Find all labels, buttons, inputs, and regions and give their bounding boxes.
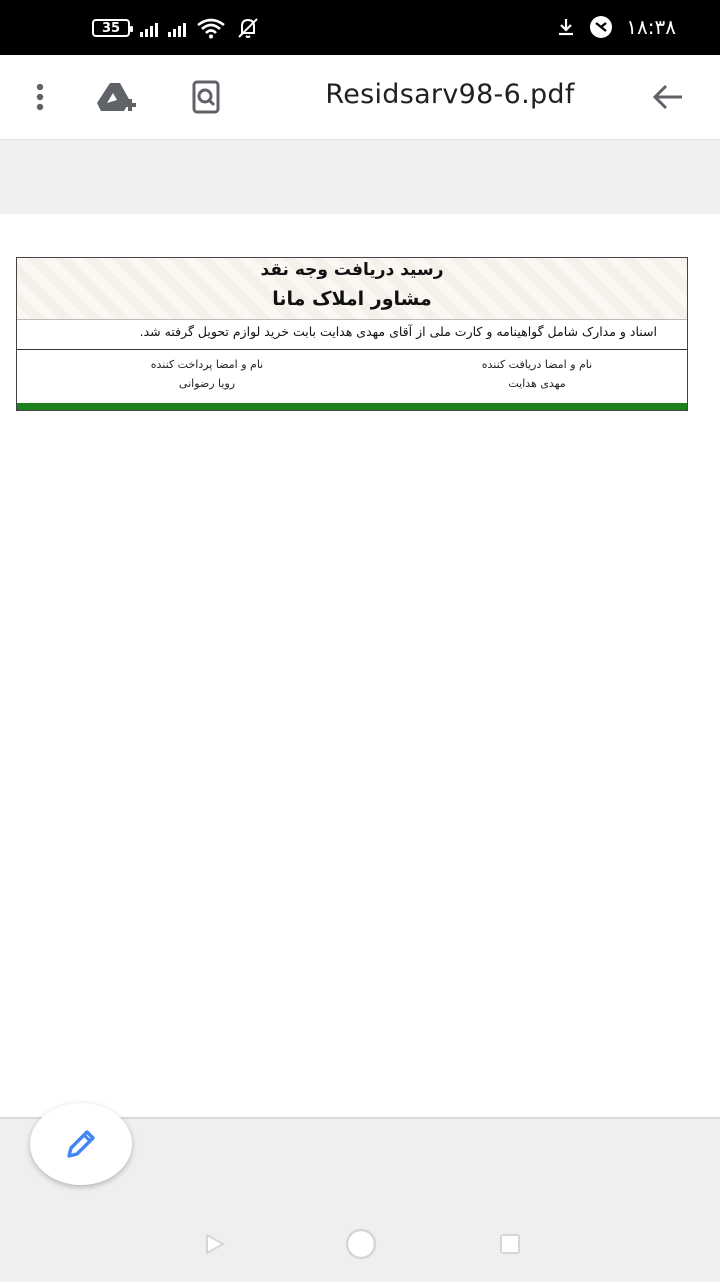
- recents-icon[interactable]: [498, 1232, 522, 1256]
- receipt-header: رسید دریافت وجه نقد مشاور املاک مانا: [17, 258, 687, 320]
- receipt-body-text: اسناد و مدارک شامل گواهینامه و کارت ملی …: [139, 324, 657, 339]
- wifi-icon: [197, 18, 225, 39]
- battery-level: 35: [101, 20, 121, 36]
- drive-add-icon[interactable]: [96, 75, 140, 119]
- notifications-off-icon: [238, 18, 258, 38]
- payer-label: نام و امضا پرداخت کننده: [150, 358, 264, 371]
- vpn-icon: [590, 16, 613, 38]
- signal-icon: [168, 19, 186, 37]
- receiver-label: نام و امضا دریافت کننده: [481, 358, 593, 371]
- receiver-name: مهدی هدایت: [508, 377, 566, 390]
- status-right: ۱۸:۳۸: [556, 14, 676, 40]
- home-icon[interactable]: [344, 1227, 378, 1261]
- viewer-gutter-top: [0, 140, 720, 214]
- divider: [17, 349, 687, 350]
- download-icon: [559, 19, 574, 36]
- more-vert-icon[interactable]: [18, 75, 62, 119]
- receipt-title: رسید دریافت وجه نقد: [260, 260, 444, 280]
- battery-icon: 35: [92, 19, 133, 37]
- signal-icon: [140, 19, 158, 37]
- document-title: Residsarv98-6.pdf: [325, 79, 575, 110]
- company-name: مشاور املاک مانا: [272, 288, 432, 310]
- back-arrow-icon[interactable]: [646, 75, 690, 119]
- payer-name: رویا رضوانی: [178, 377, 236, 390]
- status-left: 35: [92, 16, 260, 40]
- app-toolbar: Residsarv98-6.pdf: [0, 55, 720, 140]
- receiver-block: نام و امضا دریافت کننده مهدی هدایت: [387, 358, 687, 390]
- payer-block: نام و امضا پرداخت کننده رویا رضوانی: [57, 358, 357, 390]
- receipt: رسید دریافت وجه نقد مشاور املاک مانا اسن…: [16, 257, 688, 411]
- edit-button[interactable]: [30, 1103, 132, 1185]
- back-icon[interactable]: [202, 1232, 226, 1256]
- find-in-page-icon[interactable]: [184, 75, 228, 119]
- clock: ۱۸:۳۸: [626, 15, 676, 39]
- edit-pencil-icon: [67, 1130, 95, 1158]
- green-footer-bar: [17, 403, 687, 410]
- status-bar: 35 ۱۸:۳۸: [0, 0, 720, 55]
